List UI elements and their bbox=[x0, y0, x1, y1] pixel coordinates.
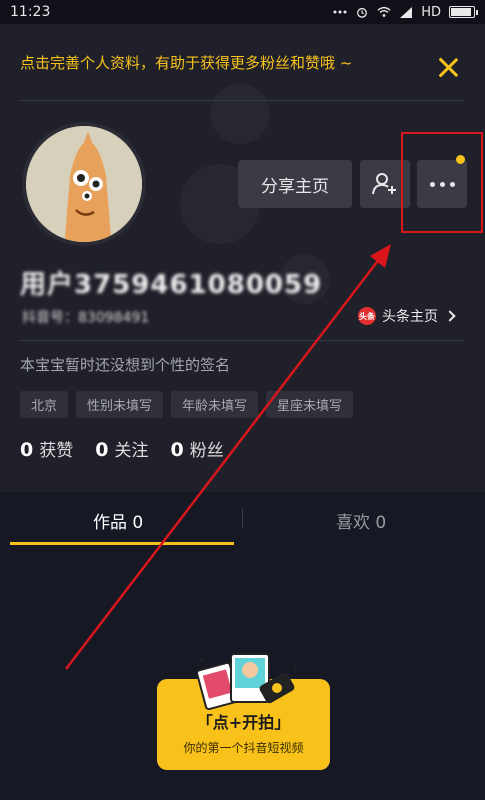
network-type: HD bbox=[421, 4, 441, 20]
tag-gender[interactable]: 性别未填写 bbox=[76, 391, 164, 418]
dots-icon bbox=[333, 10, 347, 14]
profile-tags: 北京 性别未填写 年龄未填写 星座未填写 bbox=[20, 391, 354, 418]
toutiao-icon: 头条 bbox=[358, 307, 376, 325]
following-label: 关注 bbox=[114, 441, 149, 461]
profile-header: 点击完善个人资料，有助于获得更多粉丝和赞哦 ~ 分享主页 用户375946108… bbox=[0, 24, 485, 492]
likes-label: 获赞 bbox=[39, 441, 74, 461]
signal-icon bbox=[400, 7, 413, 18]
avatar[interactable] bbox=[22, 122, 146, 246]
camera-illustration-icon bbox=[197, 653, 298, 711]
username: 用户3759461080059 bbox=[20, 270, 323, 300]
tip-text: 点击完善个人资料，有助于获得更多粉丝和赞哦 ~ bbox=[20, 53, 353, 72]
add-user-icon bbox=[372, 173, 396, 195]
divider bbox=[20, 340, 465, 341]
following-count: 0 bbox=[95, 439, 109, 461]
tab-works[interactable]: 作品 0 bbox=[93, 508, 143, 533]
stat-following[interactable]: 0 关注 bbox=[95, 436, 148, 461]
create-card-title: 「点+开拍」 bbox=[196, 713, 291, 732]
user-id: 抖音号：83098491 bbox=[22, 310, 150, 326]
status-icons: HD bbox=[333, 4, 478, 20]
avatar-character-icon bbox=[26, 126, 142, 242]
create-card-subtitle: 你的第一个抖音短视频 bbox=[183, 741, 304, 755]
share-profile-button[interactable]: 分享主页 bbox=[238, 160, 352, 208]
followers-label: 粉丝 bbox=[189, 441, 224, 461]
profile-tip-banner[interactable]: 点击完善个人资料，有助于获得更多粉丝和赞哦 ~ bbox=[0, 24, 485, 100]
content-tabs: 作品 0 喜欢 0 bbox=[0, 492, 485, 548]
followers-count: 0 bbox=[170, 439, 184, 461]
toutiao-homepage-link[interactable]: 头条 头条主页 bbox=[358, 306, 456, 326]
profile-stats: 0 获赞 0 关注 0 粉丝 bbox=[20, 436, 224, 461]
divider bbox=[20, 100, 465, 101]
tag-age[interactable]: 年龄未填写 bbox=[171, 391, 259, 418]
tab-likes[interactable]: 喜欢 0 bbox=[336, 508, 386, 533]
signature[interactable]: 本宝宝暂时还没想到个性的签名 bbox=[20, 354, 230, 375]
alarm-icon bbox=[357, 7, 368, 18]
toutiao-label: 头条主页 bbox=[382, 309, 438, 325]
stat-followers[interactable]: 0 粉丝 bbox=[170, 436, 223, 461]
likes-count: 0 bbox=[20, 439, 34, 461]
active-tab-indicator bbox=[10, 542, 234, 545]
chevron-right-icon bbox=[444, 310, 456, 322]
battery-icon bbox=[449, 6, 478, 18]
close-icon[interactable] bbox=[437, 56, 459, 78]
annotation-highlight-box bbox=[401, 132, 483, 233]
tag-location[interactable]: 北京 bbox=[20, 391, 69, 418]
status-bar: 11:23 HD bbox=[0, 0, 485, 24]
wifi-icon bbox=[377, 6, 391, 17]
tab-separator bbox=[242, 508, 243, 528]
stat-likes[interactable]: 0 获赞 bbox=[20, 436, 73, 461]
status-time: 11:23 bbox=[10, 4, 51, 20]
tag-constellation[interactable]: 星座未填写 bbox=[266, 391, 354, 418]
